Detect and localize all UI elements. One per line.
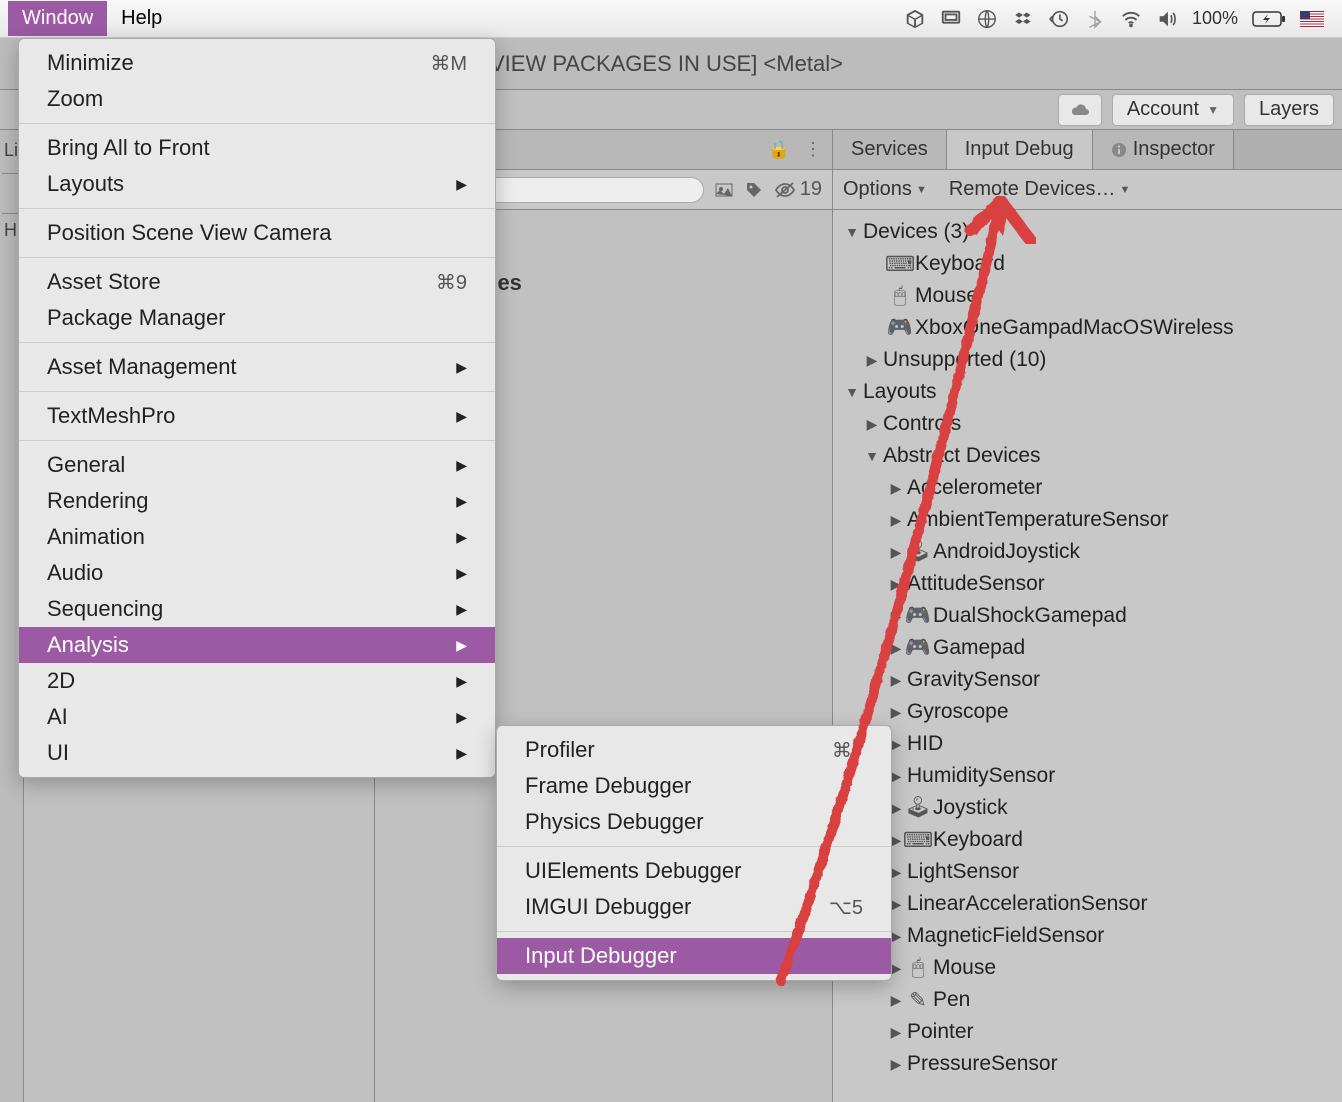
menu-textmeshpro[interactable]: TextMeshPro▶ xyxy=(19,398,495,434)
scene-icon[interactable] xyxy=(714,180,734,200)
tree-unsupported[interactable]: ▶Unsupported (10) xyxy=(833,344,1342,376)
window-menu: Minimize⌘M Zoom Bring All to Front Layou… xyxy=(18,38,496,778)
submenu-input-debugger[interactable]: Input Debugger xyxy=(497,938,891,974)
menu-position-camera[interactable]: Position Scene View Camera xyxy=(19,215,495,251)
submenu-uielements-debugger[interactable]: UIElements Debugger xyxy=(497,853,891,889)
menu-ui[interactable]: UI▶ xyxy=(19,735,495,771)
remote-devices-dropdown[interactable]: Remote Devices…▼ xyxy=(949,178,1131,201)
flag-us-icon[interactable] xyxy=(1300,11,1324,27)
device-tree: ▼Devices (3) ⌨Keyboard 🖱Mouse 🎮XboxOneGa… xyxy=(833,210,1342,1102)
macos-menubar: Window Help 100% xyxy=(0,0,1342,38)
tree-pressure[interactable]: ▶PressureSensor xyxy=(833,1048,1342,1080)
tree-pen[interactable]: ▶✎Pen xyxy=(833,984,1342,1016)
tree-android[interactable]: ▶🕹AndroidJoystick xyxy=(833,536,1342,568)
tree-controls[interactable]: ▶Controls xyxy=(833,408,1342,440)
menu-bring-front[interactable]: Bring All to Front xyxy=(19,130,495,166)
menubar-help[interactable]: Help xyxy=(107,1,176,36)
tree-pointer[interactable]: ▶Pointer xyxy=(833,1016,1342,1048)
menubar-right: 100% xyxy=(904,8,1334,30)
menu-general[interactable]: General▶ xyxy=(19,447,495,483)
gamepad-icon: 🎮 xyxy=(889,319,911,337)
hidden-icon[interactable]: 19 xyxy=(774,178,822,201)
menu-asset-store[interactable]: Asset Store⌘9 xyxy=(19,264,495,300)
tree-gravity[interactable]: ▶GravitySensor xyxy=(833,664,1342,696)
submenu-imgui-debugger[interactable]: IMGUI Debugger⌥5 xyxy=(497,889,891,925)
tree-gyro[interactable]: ▶Gyroscope xyxy=(833,696,1342,728)
tree-mouse2[interactable]: ▶🖱Mouse xyxy=(833,952,1342,984)
tree-light[interactable]: ▶LightSensor xyxy=(833,856,1342,888)
analysis-submenu: Profiler⌘7 Frame Debugger Physics Debugg… xyxy=(496,725,892,981)
right-tabs: Services Input Debug Inspector xyxy=(833,130,1342,170)
tree-accel[interactable]: ▶Accelerometer xyxy=(833,472,1342,504)
mouse-icon: 🖱 xyxy=(907,959,929,977)
submenu-frame-debugger[interactable]: Frame Debugger xyxy=(497,768,891,804)
options-row: Options▼ Remote Devices…▼ xyxy=(833,170,1342,210)
dropbox-icon[interactable] xyxy=(1012,8,1034,30)
submenu-physics-debugger[interactable]: Physics Debugger xyxy=(497,804,891,840)
pen-icon: ✎ xyxy=(907,991,929,1009)
timemachine-icon[interactable] xyxy=(1048,8,1070,30)
tree-devices[interactable]: ▼Devices (3) xyxy=(833,216,1342,248)
account-button[interactable]: Account▼ xyxy=(1112,94,1234,126)
gamepad-icon: 🎮 xyxy=(907,639,929,657)
submenu-profiler[interactable]: Profiler⌘7 xyxy=(497,732,891,768)
volume-icon[interactable] xyxy=(1156,8,1178,30)
tag-icon[interactable] xyxy=(744,180,764,200)
keyboard-icon: ⌨ xyxy=(889,255,911,273)
menu-zoom[interactable]: Zoom xyxy=(19,81,495,117)
tree-magnetic[interactable]: ▶MagneticFieldSensor xyxy=(833,920,1342,952)
lock-icon[interactable]: 🔒 xyxy=(768,139,790,160)
tree-ambient[interactable]: ▶AmbientTemperatureSensor xyxy=(833,504,1342,536)
menu-layouts[interactable]: Layouts▶ xyxy=(19,166,495,202)
menu-sequencing[interactable]: Sequencing▶ xyxy=(19,591,495,627)
menu-2d[interactable]: 2D▶ xyxy=(19,663,495,699)
tab-input-debug[interactable]: Input Debug xyxy=(947,130,1093,169)
joystick-icon: 🕹 xyxy=(907,799,929,817)
wifi-icon[interactable] xyxy=(1120,8,1142,30)
cloud-button[interactable] xyxy=(1058,94,1102,126)
tree-keyboard[interactable]: ⌨Keyboard xyxy=(833,248,1342,280)
menu-analysis[interactable]: Analysis▶ xyxy=(19,627,495,663)
battery-icon[interactable] xyxy=(1252,10,1286,28)
joystick-icon: 🕹 xyxy=(907,543,929,561)
display-icon[interactable] xyxy=(940,8,962,30)
menu-minimize[interactable]: Minimize⌘M xyxy=(19,45,495,81)
tree-xbox[interactable]: 🎮XboxOneGampadMacOSWireless xyxy=(833,312,1342,344)
tree-hid[interactable]: ▶HID xyxy=(833,728,1342,760)
tree-layouts[interactable]: ▼Layouts xyxy=(833,376,1342,408)
menu-package-manager[interactable]: Package Manager xyxy=(19,300,495,336)
options-dropdown[interactable]: Options▼ xyxy=(843,178,927,201)
menubar-window[interactable]: Window xyxy=(8,1,107,36)
tab-inspector[interactable]: Inspector xyxy=(1093,130,1234,169)
tree-gamepad[interactable]: ▶🎮Gamepad xyxy=(833,632,1342,664)
tree-abstract[interactable]: ▼Abstract Devices xyxy=(833,440,1342,472)
tree-joystick[interactable]: ▶🕹Joystick xyxy=(833,792,1342,824)
menu-animation[interactable]: Animation▶ xyxy=(19,519,495,555)
tree-keyboard2[interactable]: ▶⌨Keyboard xyxy=(833,824,1342,856)
bluetooth-icon[interactable] xyxy=(1084,8,1106,30)
tree-humidity[interactable]: ▶HumiditySensor xyxy=(833,760,1342,792)
tree-mouse[interactable]: 🖱Mouse xyxy=(833,280,1342,312)
menu-asset-management[interactable]: Asset Management▶ xyxy=(19,349,495,385)
menu-rendering[interactable]: Rendering▶ xyxy=(19,483,495,519)
keyboard-icon: ⌨ xyxy=(907,831,929,849)
tab-menu-icon[interactable]: ⋮ xyxy=(804,139,822,160)
tree-attitude[interactable]: ▶AttitudeSensor xyxy=(833,568,1342,600)
tree-linear[interactable]: ▶LinearAccelerationSensor xyxy=(833,888,1342,920)
battery-percent[interactable]: 100% xyxy=(1192,8,1238,29)
tree-dualshock[interactable]: ▶🎮DualShockGamepad xyxy=(833,600,1342,632)
menu-ai[interactable]: AI▶ xyxy=(19,699,495,735)
right-panel: Services Input Debug Inspector Options▼ … xyxy=(832,130,1342,1102)
unity-icon[interactable] xyxy=(904,8,926,30)
menubar-left: Window Help xyxy=(8,1,176,36)
menu-audio[interactable]: Audio▶ xyxy=(19,555,495,591)
layers-button[interactable]: Layers xyxy=(1244,94,1334,126)
gamepad-icon: 🎮 xyxy=(907,607,929,625)
tab-services[interactable]: Services xyxy=(833,130,947,169)
globe-icon[interactable] xyxy=(976,8,998,30)
mouse-icon: 🖱 xyxy=(889,287,911,305)
